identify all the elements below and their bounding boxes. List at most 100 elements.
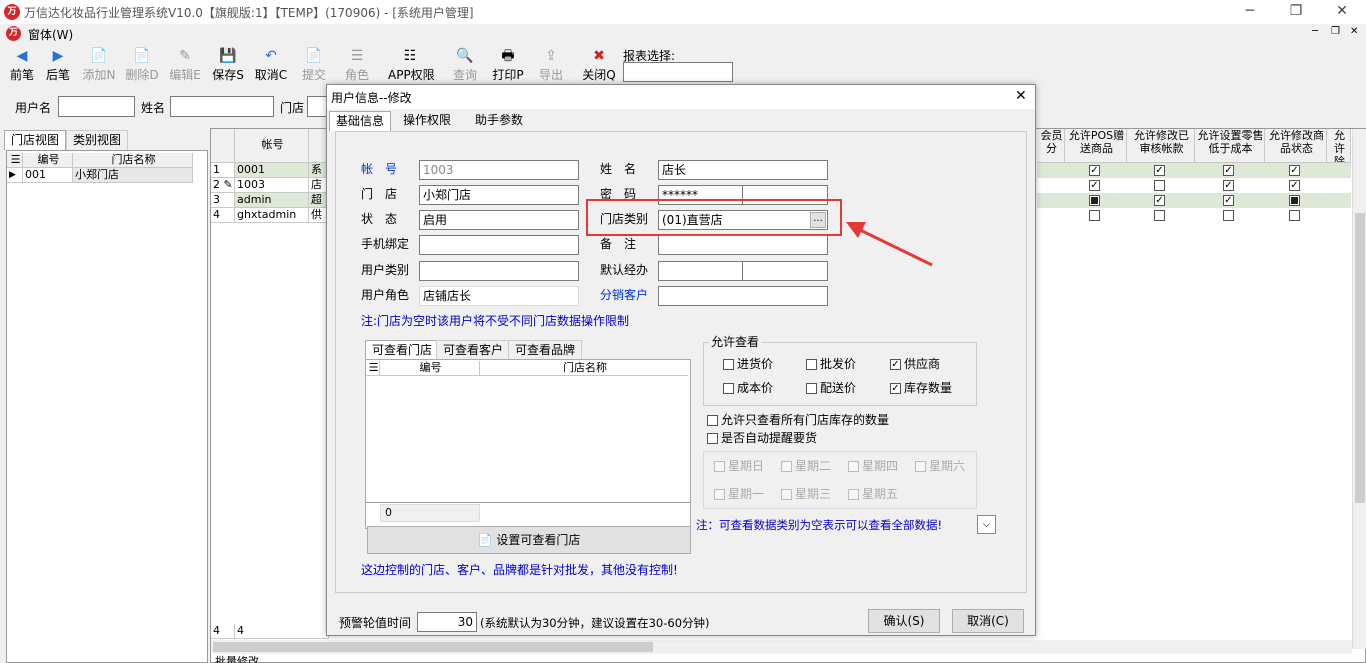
hscroll-thumb[interactable] [213,642,653,652]
table-row-account[interactable]: 1003 [235,178,309,193]
close-form-button[interactable]: ✖ 关闭Q [579,46,619,86]
user-type-field[interactable] [419,261,579,281]
minimize-icon[interactable]: ─ [1238,3,1262,19]
checkbox[interactable] [1289,165,1300,176]
dist-customer-field[interactable] [658,286,828,306]
name-input[interactable] [170,96,274,117]
view-wholesale-price-checkbox[interactable]: 批发价 [806,357,856,371]
print-button[interactable]: 🖶 打印P [488,46,528,86]
vertical-scrollbar[interactable] [1352,129,1366,649]
store-row-name[interactable]: 小郑门店 [73,168,193,183]
weekday-wed-checkbox[interactable]: 星期三 [781,487,831,501]
account-field[interactable]: 1003 [419,160,579,180]
checkbox[interactable] [1289,195,1300,206]
restore-icon[interactable]: ❐ [1284,3,1308,19]
menu-window[interactable]: 窗体(W) [28,26,73,43]
grid-menu-icon[interactable]: ☰ [7,153,23,168]
scrollbar-thumb[interactable] [1355,213,1365,503]
checkbox[interactable] [1223,165,1234,176]
checkbox[interactable] [1223,195,1234,206]
row-number: 1 [211,163,235,178]
store-row-code[interactable]: 001 [23,168,73,183]
tab-category-view[interactable]: 类别视图 [66,130,129,150]
tab-assistant[interactable]: 助手参数 [469,111,530,131]
grid-menu-icon[interactable]: ☰ [366,361,380,376]
weekday-fri-checkbox[interactable]: 星期五 [848,487,898,501]
table-row-account[interactable]: admin [235,193,309,208]
mdi-minimize-icon[interactable]: ─ [1312,26,1318,37]
save-button[interactable]: 💾 保存S [208,46,248,86]
checkbox[interactable] [1289,210,1300,221]
prev-record-button[interactable]: ◀ 前笔 [2,46,42,86]
row-number: 3 [211,193,235,208]
default-agent-name-field[interactable] [742,261,828,281]
auto-remind-checkbox[interactable]: 是否自动提醒要货 [707,431,817,445]
bulk-edit-label[interactable]: 批量修改 [215,653,259,663]
view-cost-price-checkbox[interactable]: 成本价 [723,381,773,395]
report-select[interactable] [623,62,733,82]
weekday-tue-checkbox[interactable]: 星期二 [781,459,831,473]
arrow-left-icon: ◀ [16,48,28,64]
next-record-button[interactable]: ▶ 后笔 [38,46,78,86]
horizontal-scrollbar[interactable] [211,640,1352,654]
table-row-account[interactable]: ghxtadmin [235,208,309,223]
mdi-close-icon[interactable]: ✕ [1350,26,1358,37]
edit-button[interactable]: ✎ 编辑E [165,46,205,86]
close-icon[interactable]: ✕ [1330,3,1354,19]
dist-customer-label[interactable]: 分销客户 [600,287,648,303]
cancel-dialog-button[interactable]: 取消(C) [952,609,1024,633]
checkbox[interactable] [1289,180,1300,191]
submit-button[interactable]: 📄 提交 [294,46,334,86]
dialog-close-icon[interactable]: ✕ [1015,88,1027,104]
store-filter-input[interactable] [307,96,327,117]
only-view-stock-checkbox[interactable]: 允许只查看所有门店库存的数量 [707,413,889,427]
undo-icon: ↶ [265,48,277,64]
tab-view-customers[interactable]: 可查看客户 [436,340,511,360]
checkbox[interactable] [1089,165,1100,176]
table-row-account[interactable]: 0001 [235,163,309,178]
checkbox[interactable] [1154,210,1165,221]
confirm-button[interactable]: 确认(S) [868,609,940,633]
export-button[interactable]: ⇪ 导出 [531,46,571,86]
tab-basic-info[interactable]: 基础信息 [329,111,392,131]
store-field[interactable]: 小郑门店 [419,185,579,205]
poll-time-input[interactable]: 30 [417,612,477,632]
view-stock-qty-checkbox[interactable]: 库存数量 [890,381,952,395]
tab-view-stores[interactable]: 可查看门店 [365,340,440,360]
checkbox[interactable] [1089,195,1100,206]
app-permission-button[interactable]: ☷ APP权限 [388,46,435,86]
tab-permissions[interactable]: 操作权限 [397,111,458,131]
chevron-down-icon[interactable]: ⌵ [977,515,996,534]
cancel-button[interactable]: ↶ 取消C [251,46,291,86]
set-viewable-stores-button[interactable]: 📄 设置可查看门店 [367,526,691,554]
role-button[interactable]: ☰ 角色 [337,46,377,86]
checkbox[interactable] [1089,180,1100,191]
checkbox[interactable] [1154,165,1165,176]
checkbox[interactable] [1154,195,1165,206]
default-agent-field[interactable] [658,261,743,281]
tab-view-brands[interactable]: 可查看品牌 [508,340,583,360]
view-delivery-price-checkbox[interactable]: 配送价 [806,381,856,395]
checkbox[interactable] [1223,180,1234,191]
add-button[interactable]: 📄 添加N [79,46,119,86]
remark-field[interactable] [658,235,828,255]
phone-field[interactable] [419,235,579,255]
weekday-sat-checkbox[interactable]: 星期六 [915,459,965,473]
weekday-mon-checkbox[interactable]: 星期一 [714,487,764,501]
checkbox[interactable] [1223,210,1234,221]
checkbox[interactable] [1089,210,1100,221]
status-field[interactable]: 启用 [419,210,579,230]
grid-divider [366,502,690,503]
weekday-sun-checkbox[interactable]: 星期日 [714,459,764,473]
role-field[interactable]: 店铺店长 [419,286,579,306]
query-button[interactable]: 🔍 查询 [445,46,485,86]
tab-store-view[interactable]: 门店视图 [4,130,67,150]
delete-button[interactable]: 📄 删除D [122,46,162,86]
weekday-thu-checkbox[interactable]: 星期四 [848,459,898,473]
name-field[interactable]: 店长 [658,160,828,180]
view-supplier-checkbox[interactable]: 供应商 [890,357,940,371]
view-purchase-price-checkbox[interactable]: 进货价 [723,357,773,371]
username-input[interactable] [58,96,135,117]
checkbox[interactable] [1154,180,1165,191]
mdi-restore-icon[interactable]: ❐ [1331,26,1340,37]
